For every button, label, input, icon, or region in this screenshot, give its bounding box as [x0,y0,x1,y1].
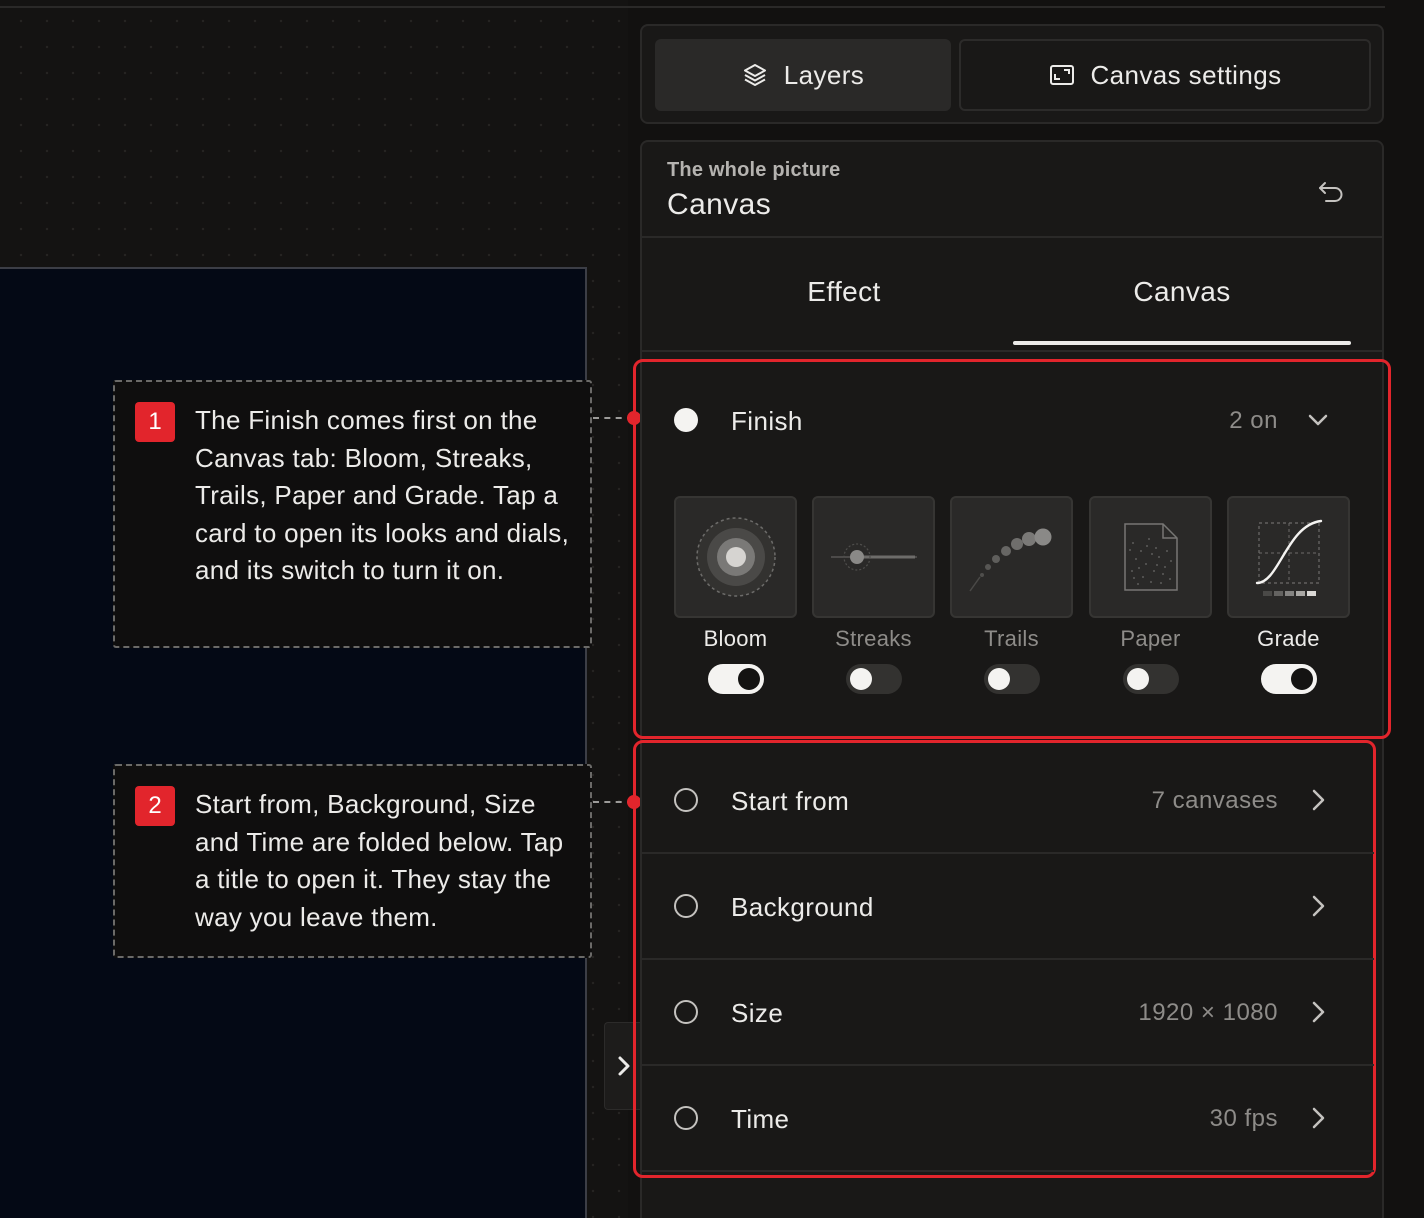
chevron-down-icon[interactable] [1306,408,1330,432]
section-status-dot [674,408,698,432]
finish-card-bloom[interactable]: Bloom [674,496,797,694]
section-value: 30 fps [1209,1105,1278,1132]
callout-folded-sections: 2 Start from, Background, Size and Time … [113,764,592,958]
section-status-dot [674,788,698,812]
callout-number-badge: 1 [135,402,175,442]
finish-title: Finish [731,406,803,436]
section-status-dot [674,1000,698,1024]
finish-card-paper[interactable]: Paper [1089,496,1212,694]
tab-canvas-settings[interactable]: Canvas settings [959,39,1371,111]
finish-card-trails[interactable]: Trails [950,496,1073,694]
trails-toggle[interactable] [983,664,1040,694]
callout-number-badge: 2 [135,786,175,826]
finish-section-header[interactable]: Finish 2 on [642,380,1382,460]
section-time[interactable]: Time 30 fps [642,1066,1382,1170]
section-status-dot [674,1106,698,1130]
active-tab-indicator [1013,341,1351,345]
section-size[interactable]: Size 1920 × 1080 [642,960,1382,1064]
chevron-right-icon [618,1056,629,1076]
paper-card-tile[interactable] [1089,496,1212,618]
tab-effect[interactable]: Effect [642,276,1046,308]
grade-toggle[interactable] [1260,664,1317,694]
streaks-card-tile[interactable] [812,496,935,618]
section-title: Background [731,892,874,922]
tab-layers-label: Layers [783,59,865,90]
trails-icon [968,528,1051,592]
panel-subtitle: The whole picture [667,159,841,181]
panel-switcher: Layers Canvas settings [640,24,1384,124]
chevron-right-icon[interactable] [1306,1106,1330,1130]
tabs-divider [642,350,1382,352]
section-value: 1920 × 1080 [1138,999,1278,1026]
tab-canvas-settings-label: Canvas settings [1090,59,1282,90]
callout-text: Start from, Background, Size and Time ar… [195,789,564,932]
undo-icon[interactable] [1316,178,1346,206]
section-start-from[interactable]: Start from 7 canvases [642,748,1382,852]
tab-layers[interactable]: Layers [655,39,951,111]
callout-text: The Finish comes first on the Canvas tab… [195,405,570,585]
canvas-frame-icon [1049,65,1074,85]
bloom-toggle[interactable] [707,664,764,694]
section-title: Start from [731,786,850,816]
card-label: Streaks [835,626,912,651]
bloom-card-tile[interactable] [674,496,797,618]
section-title: Time [731,1104,790,1134]
panel-title: Canvas [667,188,772,221]
streaks-icon [830,543,917,571]
grade-card-tile[interactable] [1227,496,1350,618]
section-title: Size [731,998,784,1028]
card-label: Paper [1120,626,1181,651]
finish-card-grade[interactable]: Grade [1227,496,1350,694]
bloom-icon [695,517,776,597]
streaks-toggle[interactable] [845,664,902,694]
grade-curve-icon [1255,519,1322,596]
trails-card-tile[interactable] [950,496,1073,618]
card-label: Bloom [703,626,768,651]
finish-count: 2 on [1229,407,1278,434]
paper-toggle[interactable] [1122,664,1179,694]
section-status-dot [674,894,698,918]
finish-card-streaks[interactable]: Streaks [812,496,935,694]
section-divider [642,1170,1374,1172]
chevron-right-icon[interactable] [1306,894,1330,918]
card-label: Grade [1257,626,1320,651]
card-label: Trails [984,626,1039,651]
paper-icon [1123,523,1178,591]
section-background[interactable]: Background [642,854,1382,958]
top-divider [0,0,1385,8]
callout-finish: 1 The Finish comes first on the Canvas t… [113,380,592,648]
chevron-right-icon[interactable] [1306,788,1330,812]
section-value: 7 canvases [1151,787,1278,814]
chevron-right-icon[interactable] [1306,1000,1330,1024]
layers-icon [743,64,766,86]
tab-canvas[interactable]: Canvas [1012,276,1352,308]
panel-header: The whole picture Canvas [642,142,1382,238]
panel-tabs: Effect Canvas [642,238,1382,350]
